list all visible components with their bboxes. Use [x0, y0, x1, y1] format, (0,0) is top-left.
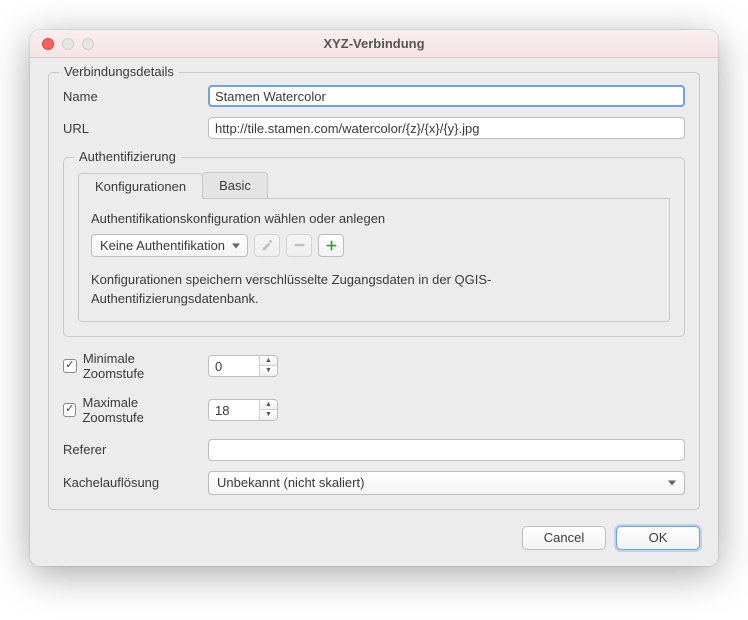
dialog-body: Verbindungsdetails Name URL Authentifizi… [30, 58, 718, 566]
max-zoom-label: Maximale Zoomstufe [82, 395, 198, 425]
auth-tab-pane: Authentifikationskonfiguration wählen od… [78, 199, 670, 322]
auth-config-value: Keine Authentifikation [100, 238, 225, 253]
dialog-window: XYZ-Verbindung Verbindungsdetails Name U… [30, 30, 718, 566]
min-zoom-checkbox[interactable]: ✓ [63, 359, 77, 373]
max-zoom-checkbox[interactable]: ✓ [63, 403, 76, 417]
min-zoom-stepper[interactable]: ▲ ▼ [208, 355, 278, 377]
name-label: Name [63, 89, 198, 104]
min-zoom-input[interactable] [209, 356, 259, 377]
tile-resolution-select[interactable]: Unbekannt (nicht skaliert) [208, 471, 685, 495]
ok-button[interactable]: OK [616, 526, 700, 550]
auth-hint-text: Konfigurationen speichern verschlüsselte… [91, 271, 657, 309]
tile-resolution-label: Kachelauflösung [63, 475, 198, 490]
auth-tabs: Konfigurationen Basic [78, 172, 670, 199]
auth-add-button[interactable] [318, 234, 344, 257]
titlebar: XYZ-Verbindung [30, 30, 718, 58]
referer-label: Referer [63, 442, 198, 457]
connection-details-group: Verbindungsdetails Name URL Authentifizi… [48, 72, 700, 510]
min-zoom-label: Minimale Zoomstufe [83, 351, 198, 381]
url-label: URL [63, 121, 198, 136]
connection-details-label: Verbindungsdetails [59, 64, 179, 79]
auth-config-dropdown[interactable]: Keine Authentifikation [91, 234, 248, 257]
max-zoom-stepper[interactable]: ▲ ▼ [208, 399, 278, 421]
url-input[interactable] [208, 117, 685, 139]
plus-icon [325, 239, 338, 252]
name-input[interactable] [208, 85, 685, 107]
tab-configurations[interactable]: Konfigurationen [78, 173, 203, 199]
chevron-down-icon[interactable]: ▼ [260, 366, 277, 376]
minus-icon [293, 239, 306, 252]
tile-resolution-value: Unbekannt (nicht skaliert) [217, 475, 364, 490]
authentication-group: Authentifizierung Konfigurationen Basic … [63, 157, 685, 337]
dialog-footer: Cancel OK [48, 526, 700, 550]
auth-remove-button[interactable] [286, 234, 312, 257]
chevron-up-icon[interactable]: ▲ [260, 356, 277, 367]
auth-edit-button[interactable] [254, 234, 280, 257]
referer-input[interactable] [208, 439, 685, 461]
chevron-up-icon[interactable]: ▲ [260, 400, 277, 411]
tab-basic[interactable]: Basic [202, 172, 268, 198]
max-zoom-input[interactable] [209, 400, 259, 421]
chevron-down-icon[interactable]: ▼ [260, 410, 277, 420]
authentication-label: Authentifizierung [74, 149, 181, 164]
window-title: XYZ-Verbindung [30, 36, 718, 51]
auth-choose-label: Authentifikationskonfiguration wählen od… [91, 211, 657, 226]
pencil-icon [261, 239, 274, 252]
cancel-button[interactable]: Cancel [522, 526, 606, 550]
